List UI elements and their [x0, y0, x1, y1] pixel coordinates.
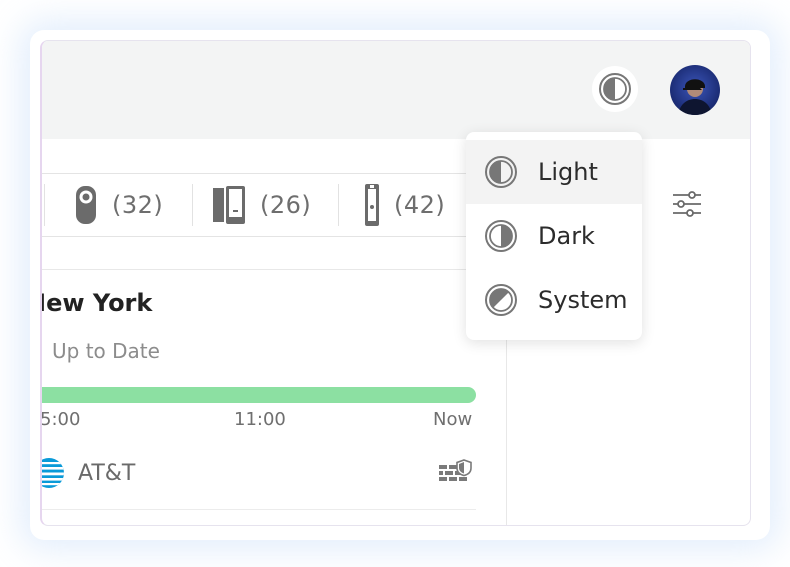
top-bar: [42, 41, 750, 139]
device-filter-panel[interactable]: (26): [212, 184, 311, 226]
sliders-filter-icon: [673, 191, 701, 217]
theme-toggle-button[interactable]: [592, 66, 638, 112]
user-avatar[interactable]: [670, 65, 720, 115]
device-count: (42): [394, 191, 446, 219]
card-border-top: [42, 269, 476, 270]
carrier-name: AT&T: [78, 460, 136, 486]
theme-option-label: Dark: [538, 222, 595, 250]
theme-system-icon: [485, 284, 517, 316]
device-count: (26): [260, 191, 312, 219]
theme-option-label: System: [538, 286, 628, 314]
doorbell-device-icon: [365, 184, 379, 226]
app-window: (32) (26) (42) New York Up to Date: [40, 40, 751, 526]
timeline-progress-bar: [42, 387, 476, 403]
half-circle-theme-icon: [599, 73, 631, 105]
device-summary-bar: (32) (26) (42): [42, 173, 472, 237]
timeline-tick-mid: 11:00: [234, 409, 286, 430]
theme-menu: Light Dark System: [466, 132, 642, 340]
timeline-tick-start: 5:00: [40, 409, 81, 430]
filter-button[interactable]: [670, 187, 704, 221]
avatar-image: [670, 65, 720, 115]
theme-option-light[interactable]: Light: [466, 140, 642, 204]
divider: [192, 184, 193, 226]
location-status: Up to Date: [52, 339, 160, 363]
device-filter-camera[interactable]: (32): [74, 184, 163, 226]
location-title[interactable]: New York: [42, 289, 152, 317]
device-filter-doorbell[interactable]: (42): [364, 184, 445, 226]
theme-light-icon: [485, 156, 517, 188]
panel-device-icon: [213, 186, 245, 224]
theme-dark-icon: [485, 220, 517, 252]
theme-option-dark[interactable]: Dark: [466, 204, 642, 268]
divider: [338, 184, 339, 226]
timeline-tick-now: Now: [433, 409, 473, 430]
theme-option-system[interactable]: System: [466, 268, 642, 332]
firewall-shield-icon: [439, 459, 472, 481]
device-count: (32): [112, 191, 164, 219]
theme-option-label: Light: [538, 158, 598, 186]
card-border-bottom: [42, 509, 476, 510]
divider: [44, 184, 45, 226]
camera-device-icon: [76, 186, 96, 224]
firewall-status[interactable]: [438, 459, 472, 485]
carrier-info: AT&T: [42, 455, 136, 491]
att-globe-icon: [42, 458, 64, 488]
